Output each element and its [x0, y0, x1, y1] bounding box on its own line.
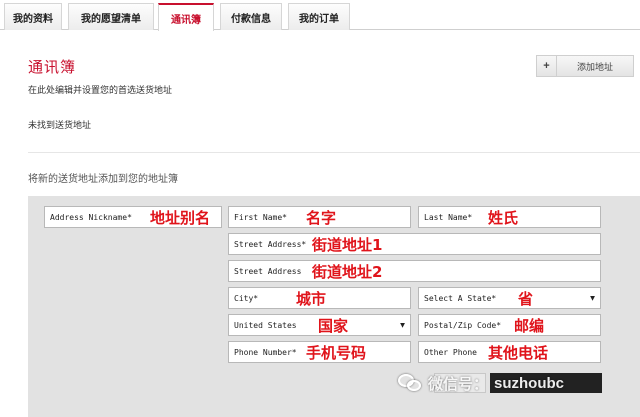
city-placeholder: City* — [234, 293, 259, 303]
tab-my-profile[interactable]: 我的资料 — [4, 3, 62, 30]
dropdown-arrow-icon: ▼ — [590, 293, 595, 303]
divider — [28, 152, 640, 153]
address-nickname-placeholder: Address Nickname* — [50, 212, 132, 222]
empty-message: 未找到送货地址 — [28, 120, 92, 130]
dropdown-arrow-icon: ▼ — [400, 320, 405, 330]
page-description: 在此处编辑并设置您的首选送货地址 — [28, 85, 173, 95]
last-name-placeholder: Last Name* — [424, 212, 473, 222]
plus-icon: + — [537, 56, 557, 76]
state-annotation: 省 — [518, 290, 534, 308]
tab-bar: 我的资料 我的愿望清单 通讯簿 付款信息 我的订单 — [0, 0, 640, 31]
tab-address-book[interactable]: 通讯簿 — [158, 3, 214, 31]
watermark-account: suzhoubc — [494, 374, 565, 392]
add-address-label: 添加地址 — [576, 61, 613, 72]
postal-code-annotation: 邮编 — [514, 317, 545, 335]
postal-code-field[interactable]: Postal/Zip Code* — [418, 314, 601, 336]
tab-wishlist[interactable]: 我的愿望清单 — [68, 3, 154, 30]
first-name-annotation: 名字 — [306, 209, 337, 227]
last-name-annotation: 姓氏 — [488, 209, 519, 227]
phone-number-annotation: 手机号码 — [306, 344, 367, 362]
state-select[interactable]: Select A State* ▼ — [418, 287, 601, 309]
watermark-prefix: 微信号： — [428, 375, 489, 393]
street-address-2-placeholder: Street Address — [234, 266, 302, 276]
street-address-2-field[interactable]: Street Address — [228, 260, 601, 282]
street-address-1-placeholder: Street Address* — [234, 239, 307, 249]
tab-payment-info[interactable]: 付款信息 — [220, 3, 282, 30]
country-select-value: United States — [234, 320, 297, 330]
address-nickname-annotation: 地址别名 — [150, 209, 211, 227]
street-address-1-annotation: 街道地址1 — [312, 236, 383, 254]
state-select-value: Select A State* — [424, 293, 497, 303]
add-address-button[interactable]: + 添加地址 — [536, 55, 634, 77]
wechat-icon — [398, 373, 422, 393]
phone-number-placeholder: Phone Number* — [234, 347, 297, 357]
other-phone-annotation: 其他电话 — [488, 344, 549, 362]
street-address-1-field[interactable]: Street Address* — [228, 233, 601, 255]
section-title: 将新的送货地址添加到您的地址簿 — [28, 174, 178, 185]
other-phone-placeholder: Other Phone — [424, 347, 477, 357]
wechat-watermark: 微信号： suzhoubc — [398, 370, 564, 396]
tab-my-orders[interactable]: 我的订单 — [288, 3, 350, 30]
city-annotation: 城市 — [296, 290, 327, 308]
postal-code-placeholder: Postal/Zip Code* — [424, 320, 502, 330]
first-name-placeholder: First Name* — [234, 212, 287, 222]
country-annotation: 国家 — [318, 317, 349, 335]
street-address-2-annotation: 街道地址2 — [312, 263, 383, 281]
page-title: 通讯簿 — [28, 59, 77, 76]
